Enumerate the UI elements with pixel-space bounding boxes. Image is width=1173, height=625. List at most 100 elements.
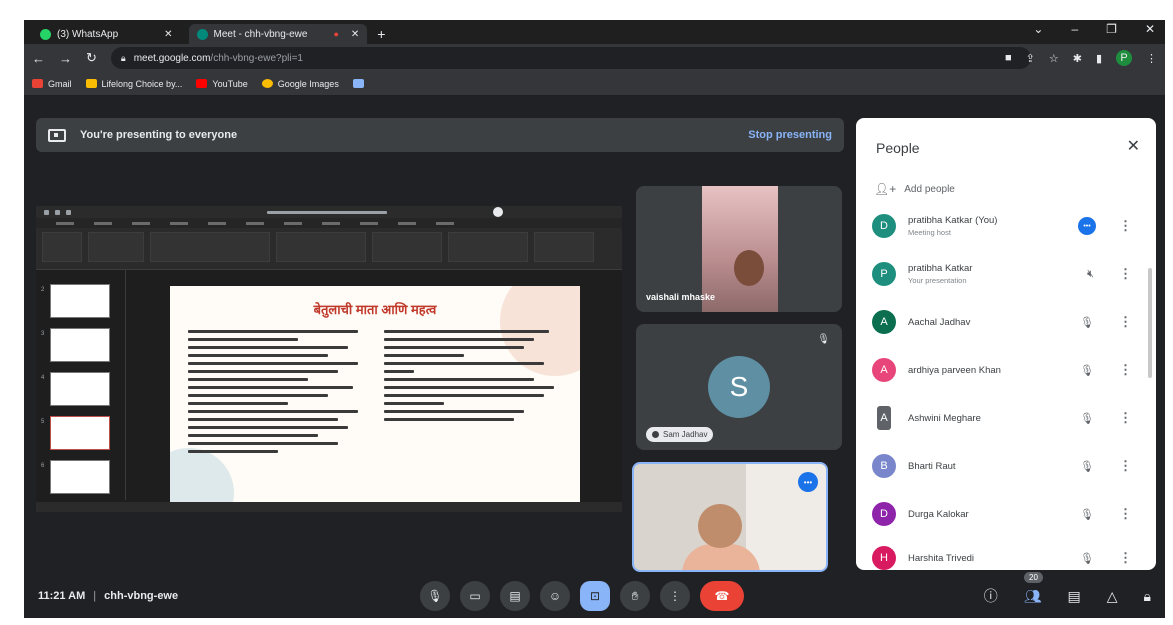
more-options-icon[interactable]: ⋮ (1119, 266, 1132, 282)
close-tab-icon[interactable]: ✕ (164, 29, 172, 40)
chat-icon[interactable]: ▤ (1068, 588, 1081, 605)
presenting-text: You're presenting to everyone (80, 129, 238, 141)
slide-thumbnail[interactable]: 4 (41, 372, 110, 406)
camera-icon[interactable]: ■ (1005, 52, 1012, 64)
list-item[interactable]: P pratibha Katkar Your presentation 🔇︎ ⋮ (872, 254, 1146, 294)
activities-icon[interactable]: △ (1107, 588, 1118, 605)
list-item[interactable]: B Bharti Raut 🎙︎ ⋮ (872, 446, 1146, 486)
people-icon[interactable]: 👥︎ (1024, 588, 1042, 605)
shared-screen: 2 3 4 5 6 बेतुलाची माता आणि महत्व (36, 206, 622, 512)
maximize-icon[interactable]: ❐ (1106, 22, 1117, 36)
presenting-banner: You're presenting to everyone Stop prese… (36, 118, 844, 152)
bookmark-google-images[interactable]: Google Images (261, 79, 339, 89)
mic-off-icon[interactable]: 🎙︎ (1080, 552, 1094, 565)
microphone-button[interactable]: 🎙︎ (420, 581, 450, 611)
avatar: A (872, 310, 896, 334)
participant-name: ardhiya parveen Khan (908, 364, 1001, 376)
more-options-icon[interactable]: ⋮ (1119, 362, 1132, 378)
mic-off-icon[interactable]: 🎙︎ (1080, 364, 1094, 377)
speaking-icon: ••• (1078, 217, 1096, 235)
bookmark-extra[interactable] (352, 79, 364, 88)
minimize-icon[interactable]: – (1071, 22, 1078, 36)
more-options-icon[interactable]: ⋮ (1119, 218, 1132, 234)
participant-name: vaishali mhaske (646, 292, 716, 302)
participant-name: Aachal Jadhav (908, 316, 971, 328)
participant-name: Durga Kalokar (908, 508, 969, 520)
participant-role: Meeting host (908, 228, 951, 237)
star-icon[interactable]: ☆ (1049, 52, 1059, 65)
list-item[interactable]: H Harshita Trivedi 🎙︎ ⋮ (872, 538, 1146, 570)
forward-icon[interactable]: → (59, 51, 72, 66)
chevron-down-icon[interactable]: ⌄ (1033, 22, 1043, 36)
close-tab-icon[interactable]: ✕ (351, 29, 359, 40)
mic-off-icon: 🎙︎ (817, 334, 830, 345)
bookmark-label: Gmail (48, 78, 72, 89)
back-icon[interactable]: ← (32, 51, 45, 66)
meeting-code: chh-vbng-ewe (104, 590, 179, 602)
self-view-tile[interactable]: ••• (632, 462, 828, 572)
slide-thumbnail[interactable]: 3 (41, 328, 110, 362)
meet-window: (3) WhatsApp ✕ Meet - chh-vbng-ewe ● ✕ +… (24, 20, 1165, 618)
participant-tile[interactable]: 🎙︎ S Sam Jadhav (636, 324, 842, 450)
reload-icon[interactable]: ↻ (86, 50, 97, 66)
close-icon[interactable]: ✕ (1127, 136, 1140, 156)
user-icon (652, 431, 659, 438)
google-icon (261, 79, 273, 88)
extensions-icon[interactable]: ✱ (1073, 52, 1082, 65)
bookmark-icon (352, 79, 364, 88)
list-item[interactable]: D pratibha Katkar (You) Meeting host ••• … (872, 206, 1146, 246)
tab-whatsapp[interactable]: (3) WhatsApp ✕ (32, 24, 181, 44)
recording-dot-icon: ● (333, 29, 339, 39)
more-options-icon[interactable]: ⋮ (1119, 458, 1132, 474)
mic-off-icon[interactable]: 🎙︎ (1080, 508, 1094, 521)
bookmark-youtube[interactable]: YouTube (196, 78, 248, 89)
add-people-button[interactable]: 👤︎+ Add people (874, 182, 955, 196)
more-options-icon[interactable]: ⋮ (1119, 314, 1132, 330)
share-icon[interactable]: ⇪ (1026, 52, 1035, 65)
side-controls: ⓘ 👥︎ ▤ △ 🔒︎ (984, 586, 1151, 606)
bookmark-lifelong[interactable]: Lifelong Choice by... (85, 79, 182, 89)
stop-presenting-button[interactable]: Stop presenting (748, 129, 832, 141)
tab-meet[interactable]: Meet - chh-vbng-ewe ● ✕ (188, 24, 368, 44)
slide-thumbnail[interactable]: 2 (41, 284, 110, 318)
participant-name: pratibha Katkar (You) (908, 215, 998, 226)
sidepanel-icon[interactable]: ▮ (1096, 52, 1102, 65)
info-icon[interactable]: ⓘ (984, 586, 998, 606)
more-options-icon[interactable]: ⋮ (1119, 410, 1132, 426)
more-options-icon[interactable]: ⋮ (1119, 506, 1132, 522)
captions-button[interactable]: ▤ (500, 581, 530, 611)
bookmark-icon (85, 79, 97, 88)
list-item[interactable]: A ardhiya parveen Khan 🎙︎ ⋮ (872, 350, 1146, 390)
menu-icon[interactable]: ⋮ (1146, 52, 1157, 65)
leave-call-button[interactable]: ☎︎ (700, 581, 744, 611)
profile-avatar[interactable]: P (1116, 50, 1132, 66)
more-options-icon[interactable]: ⋮ (1119, 550, 1132, 566)
slide-title: बेतुलाची माता आणि महत्व (313, 302, 437, 317)
present-button[interactable]: ⊡ (580, 581, 610, 611)
avatar: S (708, 356, 770, 418)
volume-off-icon[interactable]: 🔇︎ (1087, 268, 1094, 281)
slide-thumbnail[interactable]: 6 (41, 460, 110, 494)
list-item[interactable]: D Durga Kalokar 🎙︎ ⋮ (872, 494, 1146, 534)
close-window-icon[interactable]: ✕ (1145, 22, 1155, 36)
list-item[interactable]: A Aachal Jadhav 🎙︎ ⋮ (872, 302, 1146, 342)
mic-off-icon[interactable]: 🎙︎ (1080, 460, 1094, 473)
bookmark-label: YouTube (212, 78, 248, 89)
mic-off-icon[interactable]: 🎙︎ (1080, 316, 1094, 329)
powerpoint-status-bar (36, 502, 622, 512)
slide-thumbnail[interactable]: 5 (41, 416, 110, 450)
present-screen-icon (48, 128, 66, 142)
people-scrollbar[interactable] (1148, 268, 1152, 378)
participant-tile[interactable]: vaishali mhaske (636, 186, 842, 312)
avatar: H (872, 546, 896, 570)
host-controls-icon[interactable]: 🔒︎ (1144, 588, 1151, 605)
new-tab-icon[interactable]: + (377, 26, 385, 42)
camera-button[interactable]: ▭ (460, 581, 490, 611)
bookmark-gmail[interactable]: Gmail (32, 79, 72, 89)
mic-off-icon[interactable]: 🎙︎ (1080, 412, 1094, 425)
more-options-button[interactable]: ⋮ (660, 581, 690, 611)
raise-hand-button[interactable]: ✋︎ (620, 581, 650, 611)
list-item[interactable]: A Ashwini Meghare 🎙︎ ⋮ (872, 398, 1146, 438)
url-input[interactable]: 🔒︎ meet.google.com/chh-vbng-ewe?pli=1 (110, 47, 1031, 69)
emoji-button[interactable]: ☺ (540, 581, 570, 611)
